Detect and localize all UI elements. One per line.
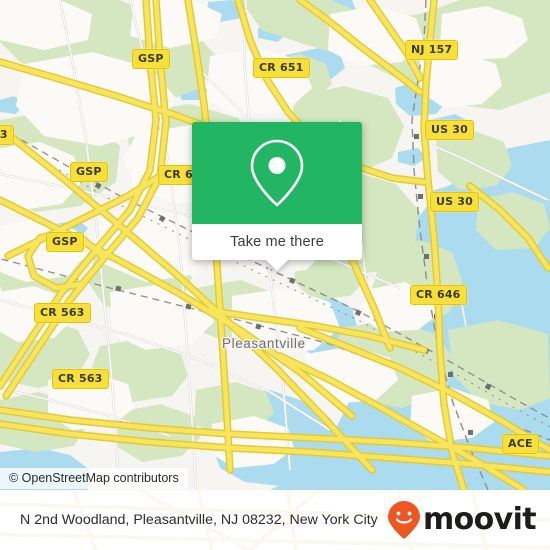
road-shield-gsp-mid[interactable]: GSP — [70, 162, 108, 182]
road-shield-gsp-south[interactable]: GSP — [46, 232, 84, 252]
moovit-pin-smiley-icon — [387, 501, 420, 539]
footer-bar: N 2nd Woodland, Pleasantville, NJ 08232,… — [0, 490, 550, 550]
road-shield-cr-646[interactable]: CR 646 — [410, 285, 467, 305]
road-shield-gsp-north[interactable]: GSP — [132, 49, 170, 69]
road-shield-us-30-north[interactable]: US 30 — [425, 120, 474, 140]
moovit-logo[interactable]: moovit — [387, 500, 537, 540]
moovit-wordmark: moovit — [422, 502, 537, 537]
place-label-pleasantville: Pleasantville — [222, 336, 306, 351]
take-me-there-label: Take me there — [230, 234, 324, 250]
road-shield-cr-563-edge[interactable]: 63 — [0, 125, 14, 145]
road-shield-cr-563-lower[interactable]: CR 563 — [52, 369, 109, 389]
popup-card-action[interactable]: Take me there — [192, 224, 362, 271]
osm-attribution[interactable]: © OpenStreetMap contributors — [0, 468, 188, 489]
road-shield-ace[interactable]: ACE — [502, 434, 539, 454]
popup-pointer-tail — [266, 260, 288, 271]
popup-card-header — [192, 122, 362, 224]
map-pin-icon — [250, 139, 304, 207]
map-canvas[interactable]: Pleasantville CR 651 NJ 157 GSP US 30 CR… — [0, 0, 550, 490]
road-shield-cr-651[interactable]: CR 651 — [253, 58, 310, 78]
road-shield-cr-563-upper[interactable]: CR 563 — [34, 303, 91, 323]
location-address: N 2nd Woodland, Pleasantville, NJ 08232,… — [20, 512, 378, 528]
road-shield-nj-157[interactable]: NJ 157 — [405, 40, 459, 60]
road-shield-us-30-south[interactable]: US 30 — [430, 192, 479, 212]
destination-popup-card[interactable]: Take me there — [192, 122, 362, 271]
map-screenshot-page: Pleasantville CR 651 NJ 157 GSP US 30 CR… — [0, 0, 550, 550]
